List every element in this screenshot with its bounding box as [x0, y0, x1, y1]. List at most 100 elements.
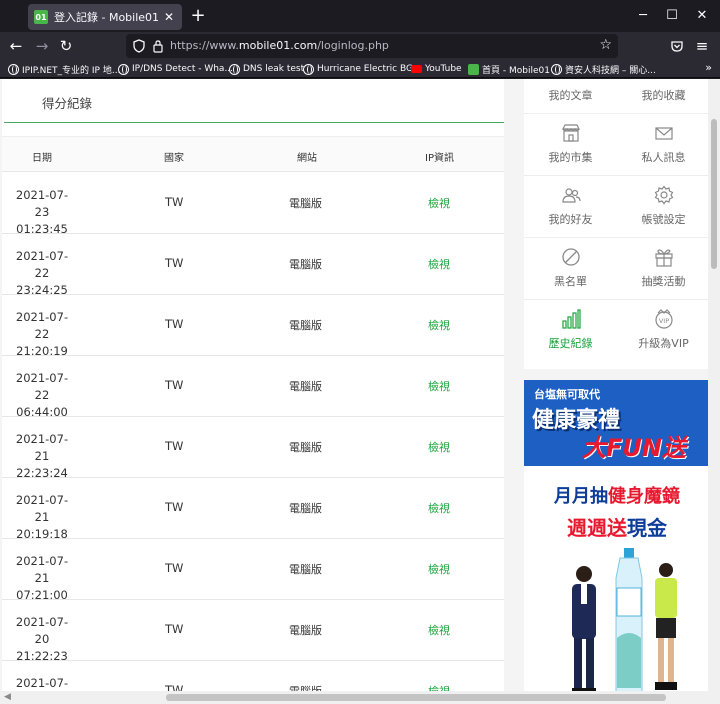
horizontal-scrollbar[interactable]: ◀	[0, 691, 720, 704]
bookmark-item[interactable]: 資安人科技網 – 關心...	[551, 61, 656, 77]
forward-icon[interactable]: →	[32, 36, 52, 56]
sidebar-item-label: 我的文章	[548, 89, 593, 102]
title-underline	[4, 122, 504, 123]
sidebar-item-store[interactable]: 我的市集	[524, 113, 617, 175]
cell-country: TW	[165, 195, 184, 209]
browser-tab[interactable]: 01 登入記錄 - Mobile01 ✕	[28, 4, 182, 30]
date-text: 2021-07-21	[15, 554, 69, 585]
mobile01-icon	[468, 63, 479, 75]
url-text: https://www.mobile01.com/loginlog.php	[170, 39, 389, 52]
menu-divider	[524, 175, 710, 176]
ad-person-suit-image	[572, 566, 596, 694]
date-text: 2021-07-20	[15, 615, 69, 646]
document-icon	[524, 79, 617, 81]
star-icon[interactable]: ☆	[599, 37, 612, 53]
cell-site: 電腦版	[289, 380, 322, 393]
cell-date: 2021-07-22 21:20:19	[12, 309, 72, 360]
maximize-icon[interactable]: ☐	[662, 6, 682, 26]
date-text: 2021-07-22	[15, 249, 69, 280]
pocket-icon[interactable]	[670, 39, 684, 53]
navigation-toolbar: ← → ↻ https://www.mobile01.com/loginlog.…	[0, 32, 720, 60]
sidebar-item-bookmark[interactable]: 我的收藏	[617, 79, 710, 113]
scroll-left-arrow-icon[interactable]: ◀	[4, 692, 11, 702]
more-bookmarks-icon[interactable]: »	[705, 61, 712, 74]
view-ip-link[interactable]: 檢視	[428, 256, 450, 272]
view-ip-link[interactable]: 檢視	[428, 195, 450, 211]
scrollbar-thumb[interactable]	[711, 119, 717, 269]
cell-site: 電腦版	[289, 563, 322, 576]
view-ip-link[interactable]: 檢視	[428, 500, 450, 516]
table-row: 2021-07-21 20:19:18 TW 電腦版 檢視	[2, 478, 504, 541]
login-log-card: 得分紀錄 日期 國家 網站 IP資訊 2021-07-23 01:23:45 TW 電…	[2, 79, 504, 704]
tab-bar: 01 登入記錄 - Mobile01 ✕ + ─ ☐ ✕	[0, 0, 720, 32]
globe-icon	[118, 63, 129, 75]
ad-header: 台塩無可取代 健康豪禮 大FUN送	[524, 380, 710, 466]
bar-chart-icon	[524, 309, 617, 329]
view-ip-link[interactable]: 檢視	[428, 622, 450, 638]
date-text: 2021-07-22	[15, 310, 69, 341]
table-row: 2021-07-20 21:22:23 TW 電腦版 檢視	[2, 600, 504, 663]
header-site: 網站	[297, 153, 317, 164]
sidebar-item-bar-chart[interactable]: 歷史紀錄	[524, 299, 617, 361]
bookmarks-toolbar: IPIP.NET_专业的 IP 地... IP/DNS Detect - Wha…	[0, 60, 720, 78]
date-text: 2021-07-21	[15, 432, 69, 463]
main-content: 得分紀錄 日期 國家 網站 IP資訊 2021-07-23 01:23:45 TW 電…	[0, 79, 514, 704]
sidebar-item-gift[interactable]: 抽獎活動	[617, 237, 710, 299]
page-content: 得分紀錄 日期 國家 網站 IP資訊 2021-07-23 01:23:45 TW 電…	[0, 79, 720, 704]
bookmark-item[interactable]: YouTube	[411, 61, 462, 77]
cell-country: TW	[165, 378, 184, 392]
cell-site: 電腦版	[289, 258, 322, 271]
close-window-icon[interactable]: ✕	[692, 6, 712, 26]
scrollbar-thumb[interactable]	[166, 694, 666, 701]
sidebar-item-mail[interactable]: 私人訊息	[617, 113, 710, 175]
sidebar-item-vip[interactable]: VIP 升級為VIP	[617, 299, 710, 361]
address-bar[interactable]: https://www.mobile01.com/loginlog.php ☆	[126, 34, 618, 58]
sidebar-item-document[interactable]: 我的文章	[524, 79, 617, 113]
gear-icon	[617, 185, 710, 205]
table-row: 2021-07-23 01:23:45 TW 電腦版 檢視	[2, 173, 504, 236]
sidebar-item-gear[interactable]: 帳號設定	[617, 175, 710, 237]
sidebar-item-label: 我的市集	[548, 151, 593, 164]
lock-icon[interactable]	[152, 39, 164, 53]
menu-divider	[524, 113, 710, 114]
sidebar-item-label: 帳號設定	[641, 213, 686, 226]
header-date: 日期	[32, 153, 52, 164]
bookmark-icon	[617, 79, 710, 81]
mobile01-favicon-icon: 01	[34, 10, 48, 24]
view-ip-link[interactable]: 檢視	[428, 317, 450, 333]
table-row: 2021-07-21 22:23:24 TW 電腦版 檢視	[2, 417, 504, 480]
view-ip-link[interactable]: 檢視	[428, 439, 450, 455]
sidebar-item-friends[interactable]: 我的好友	[524, 175, 617, 237]
shield-icon[interactable]	[132, 39, 146, 53]
advertisement-banner[interactable]: 台塩無可取代 健康豪禮 大FUN送 月月抽健身魔鏡 週週送現金	[524, 380, 710, 704]
bookmark-item[interactable]: DNS leak test	[229, 61, 304, 77]
mail-icon	[617, 123, 710, 143]
ad-text: 台塩無可取代	[534, 388, 600, 401]
bookmark-item[interactable]: Hurricane Electric BG...	[303, 61, 422, 77]
date-text: 2021-07-23	[15, 188, 69, 219]
sidebar-item-label: 黑名單	[554, 275, 587, 288]
vertical-scrollbar[interactable]	[708, 79, 720, 691]
globe-icon	[8, 63, 19, 75]
menu-icon[interactable]: ≡	[692, 36, 712, 56]
globe-icon	[229, 63, 240, 75]
bookmark-item[interactable]: 首頁 - Mobile01	[468, 61, 550, 77]
minimize-icon[interactable]: ─	[633, 6, 653, 26]
table-header: 日期 國家 網站 IP資訊	[2, 136, 504, 172]
gift-icon	[617, 247, 710, 267]
ad-line-monthly: 月月抽健身魔鏡	[554, 486, 680, 507]
view-ip-link[interactable]: 檢視	[428, 561, 450, 577]
bookmark-item[interactable]: IP/DNS Detect - Wha...	[118, 61, 233, 77]
bookmark-item[interactable]: IPIP.NET_专业的 IP 地...	[8, 61, 120, 77]
reload-icon[interactable]: ↻	[56, 36, 76, 56]
cell-site: 電腦版	[289, 441, 322, 454]
menu-divider	[524, 237, 710, 238]
sidebar-item-block[interactable]: 黑名單	[524, 237, 617, 299]
cell-country: TW	[165, 622, 184, 636]
new-tab-icon[interactable]: +	[188, 6, 208, 26]
section-title: 得分紀錄	[42, 96, 93, 111]
view-ip-link[interactable]: 檢視	[428, 378, 450, 394]
close-tab-icon[interactable]: ✕	[162, 10, 176, 24]
ad-water-bottle-image	[615, 548, 643, 698]
back-icon[interactable]: ←	[6, 36, 26, 56]
